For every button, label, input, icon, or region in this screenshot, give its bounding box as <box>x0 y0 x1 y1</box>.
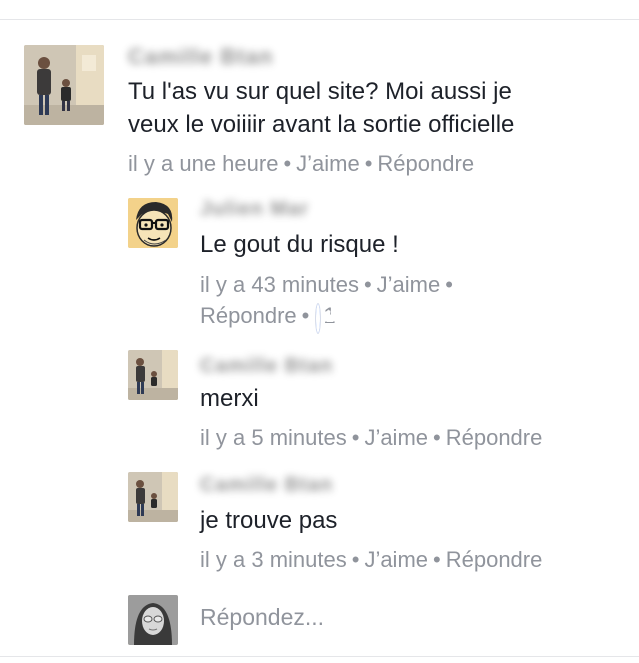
separator: • <box>433 425 441 450</box>
reply-link[interactable]: Répondre <box>377 151 474 176</box>
separator: • <box>445 272 453 297</box>
avatar-commenter[interactable] <box>128 472 178 522</box>
reply-meta: il y a 3 minutes • J’aime • Répondre <box>200 547 542 573</box>
comment-text-line-2: veux le voiiiir avant la sortie officiel… <box>128 111 515 138</box>
separator: • <box>433 547 441 572</box>
reply-link[interactable]: Répondre <box>446 425 543 450</box>
comment-author[interactable]: Camille Btan <box>128 44 273 70</box>
like-link[interactable]: J’aime <box>364 425 428 450</box>
comment-text-line-1: Tu l'as vu sur quel site? Moi aussi je <box>128 78 512 105</box>
separator: • <box>364 151 373 176</box>
like-link[interactable]: J’aime <box>364 547 428 572</box>
separator: • <box>351 425 360 450</box>
reply-time[interactable]: il y a 5 minutes <box>200 425 347 450</box>
reply-text: Le gout du risque ! <box>200 231 399 258</box>
reply-author[interactable]: Camille Btan <box>200 474 333 497</box>
avatar-commenter[interactable] <box>128 350 178 400</box>
top-divider <box>0 19 639 20</box>
reply-text: merxi <box>200 385 259 412</box>
reply-time[interactable]: il y a 43 minutes <box>200 272 359 297</box>
like-link[interactable]: J’aime <box>296 151 360 176</box>
reply-time[interactable]: il y a 3 minutes <box>200 547 347 572</box>
reply-link[interactable]: Répondre <box>446 547 543 572</box>
avatar-replier[interactable] <box>128 198 178 248</box>
avatar-current-user <box>128 595 178 645</box>
separator: • <box>283 151 292 176</box>
reply-meta: il y a 43 minutes • J’aime • <box>200 272 458 298</box>
reply-text: je trouve pas <box>200 507 338 534</box>
avatar-commenter[interactable] <box>24 45 104 125</box>
reply-meta: il y a 5 minutes • J’aime • Répondre <box>200 425 542 451</box>
bottom-divider <box>0 656 639 657</box>
reply-author[interactable]: Julien Mar <box>200 198 309 221</box>
comment-meta: il y a une heure • J’aime • Répondre <box>128 151 474 177</box>
comment-time[interactable]: il y a une heure <box>128 151 278 176</box>
reply-author[interactable]: Camille Btan <box>200 355 333 378</box>
thumbs-up-icon[interactable] <box>316 304 336 333</box>
separator: • <box>351 547 360 572</box>
separator: • <box>363 272 372 297</box>
reply-input[interactable]: Répondez... <box>200 604 324 631</box>
separator: • <box>301 303 310 328</box>
reply-meta-line-2: Répondre•1 <box>200 303 336 333</box>
reply-link[interactable]: Répondre <box>200 303 297 328</box>
like-link[interactable]: J’aime <box>377 272 441 297</box>
